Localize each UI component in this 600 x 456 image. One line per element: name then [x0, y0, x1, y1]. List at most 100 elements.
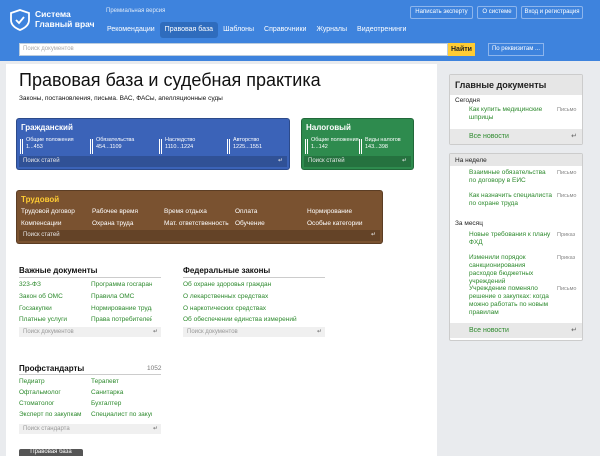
- enter-icon: ↵: [571, 327, 577, 334]
- enter-icon: ↵: [401, 158, 407, 164]
- civil-bar-icon: [90, 139, 93, 154]
- federal-laws-title: Федеральные законы: [183, 266, 271, 275]
- news-item[interactable]: Взаимные обязательства по договору в ЕИС: [469, 169, 554, 185]
- labour-item[interactable]: Время отдыха: [164, 208, 207, 215]
- main-nav: Рекомендации Правовая база Шаблоны Справ…: [102, 22, 411, 38]
- important-link[interactable]: 323-ФЗ: [19, 281, 89, 288]
- prof-link[interactable]: Бухгалтер: [91, 400, 152, 407]
- labour-item[interactable]: Мат. ответственность: [164, 220, 229, 227]
- civil-cell-authorship[interactable]: Авторство 1225...1551: [227, 137, 262, 154]
- labour-item[interactable]: Рабочее время: [92, 208, 138, 215]
- tax-cell-general[interactable]: Общие положения 1...142: [305, 137, 359, 154]
- tax-code-card[interactable]: Налоговый Общие положения 1...142 Виды н…: [301, 118, 414, 170]
- main-documents-panel: Главные документы Сегодня Как купить мед…: [449, 74, 583, 145]
- prof-link[interactable]: Специалист по закупкам: [91, 411, 152, 418]
- federal-link[interactable]: О наркотических средствах: [183, 305, 325, 312]
- tax-search-input[interactable]: Поиск статей ↵: [304, 156, 411, 167]
- civil-bar-icon: [20, 139, 23, 154]
- important-docs-title: Важные документы: [19, 266, 98, 275]
- civil-search-placeholder: Поиск статей: [23, 158, 60, 164]
- all-news-link[interactable]: Все новости ↵: [450, 323, 582, 338]
- important-link[interactable]: Госзакупки: [19, 305, 89, 312]
- tax-title[interactable]: Налоговый: [306, 123, 351, 132]
- all-news-link[interactable]: Все новости ↵: [450, 129, 582, 144]
- nav-video-trainings[interactable]: Видеотренинги: [352, 22, 411, 38]
- divider: [183, 277, 325, 278]
- premium-label[interactable]: Премиальная версия: [106, 8, 165, 14]
- enter-icon: ↵: [316, 329, 322, 335]
- prof-link[interactable]: Педиатр: [19, 378, 89, 385]
- tax-bar-icon: [359, 139, 362, 154]
- prof-search-input[interactable]: Поиск стандарта ↵: [19, 424, 161, 434]
- labour-item[interactable]: Трудовой договор: [21, 208, 75, 215]
- enter-icon: ↵: [370, 232, 376, 238]
- important-link[interactable]: Закон об ОМС: [19, 293, 89, 300]
- news-item[interactable]: Учреждение поменяло решение о закупках: …: [469, 285, 554, 317]
- nav-legal-base[interactable]: Правовая база: [159, 22, 219, 38]
- enter-icon: ↵: [571, 133, 577, 140]
- doc-type-label: Письмо: [557, 170, 577, 176]
- important-link[interactable]: Права потребителей: [91, 316, 152, 323]
- labour-item[interactable]: Охрана труда: [92, 220, 133, 227]
- prof-link[interactable]: Стоматолог: [19, 400, 89, 407]
- civil-cell-general[interactable]: Общие положения 1...453: [20, 137, 74, 154]
- labour-code-card[interactable]: Трудовой Трудовой договор Рабочее время …: [16, 190, 383, 244]
- federal-link[interactable]: О лекарственных средствах: [183, 293, 325, 300]
- civil-cell-obligations[interactable]: Обязательства 454...1109: [90, 137, 134, 154]
- news-item[interactable]: Как купить медицинские шприцы: [469, 106, 554, 122]
- all-news-label: Все новости: [469, 133, 509, 140]
- federal-search-placeholder: Поиск документов: [187, 329, 238, 335]
- civil-cell-range: 1110...1224: [165, 144, 194, 150]
- prof-link[interactable]: Офтальмолог: [19, 389, 89, 396]
- doc-type-label: Приказ: [557, 232, 576, 238]
- civil-cell-inheritance[interactable]: Наследство 1110...1224: [159, 137, 195, 154]
- all-news-label: Все новости: [469, 327, 509, 334]
- write-expert-button[interactable]: Написать эксперту: [410, 6, 473, 19]
- nav-recommendations[interactable]: Рекомендации: [102, 22, 160, 38]
- civil-cell-range: 1...453: [26, 144, 43, 150]
- news-item[interactable]: Как назначить специалиста по охране труд…: [469, 192, 554, 208]
- tax-cell-types[interactable]: Виды налогов 143...398: [359, 137, 401, 154]
- nav-templates[interactable]: Шаблоны: [218, 22, 259, 38]
- labour-item[interactable]: Нормирование: [307, 208, 352, 215]
- doc-type-label: Письмо: [557, 286, 577, 292]
- labour-item[interactable]: Оплата: [235, 208, 257, 215]
- week-label: На неделе: [455, 157, 487, 164]
- federal-search-input[interactable]: Поиск документов ↵: [183, 327, 325, 337]
- civil-cell-label: Авторство: [233, 137, 260, 143]
- important-link[interactable]: Нормирование труда: [91, 305, 152, 312]
- civil-code-card[interactable]: Гражданский Общие положения 1...453 Обяз…: [16, 118, 290, 170]
- shield-logo-icon[interactable]: [9, 9, 31, 31]
- about-button[interactable]: О системе: [477, 6, 517, 19]
- labour-title[interactable]: Трудовой: [21, 195, 59, 204]
- news-item[interactable]: Новые требования к плану ФХД: [469, 231, 554, 247]
- labour-item[interactable]: Обучение: [235, 220, 265, 227]
- prof-link[interactable]: Санитарка: [91, 389, 152, 396]
- prof-link[interactable]: Терапевт: [91, 378, 152, 385]
- labour-item[interactable]: Компенсации: [21, 220, 61, 227]
- tax-search-placeholder: Поиск статей: [308, 158, 345, 164]
- civil-search-input[interactable]: Поиск статей ↵: [19, 156, 287, 167]
- page-subtitle: Законы, постановления, письма. ВАС, ФАСы…: [19, 95, 223, 102]
- labour-item[interactable]: Особые категории: [307, 220, 363, 227]
- federal-link[interactable]: Об обеспечении единства измерений: [183, 316, 325, 323]
- legal-base-button[interactable]: Правовая база: [19, 449, 83, 456]
- search-button[interactable]: Найти: [448, 43, 475, 56]
- important-link[interactable]: Платные услуги: [19, 316, 89, 323]
- search-by-details-button[interactable]: По реквизитам ...: [488, 43, 544, 56]
- top-bar: Система Главный врач Премиальная версия …: [0, 0, 600, 41]
- federal-link[interactable]: Об охране здоровья граждан: [183, 281, 325, 288]
- labour-search-input[interactable]: Поиск статей ↵: [19, 230, 380, 241]
- important-search-input[interactable]: Поиск документов ↵: [19, 327, 161, 337]
- prof-link[interactable]: Эксперт по закупкам: [19, 411, 89, 418]
- important-link[interactable]: Программа госгарант: [91, 281, 152, 288]
- search-input[interactable]: Поиск документов: [19, 43, 448, 56]
- nav-journals[interactable]: Журналы: [311, 22, 352, 38]
- news-item[interactable]: Изменили порядок санкционирования расход…: [469, 254, 554, 286]
- nav-references[interactable]: Справочники: [259, 22, 311, 38]
- important-search-placeholder: Поиск документов: [23, 329, 74, 335]
- civil-title[interactable]: Гражданский: [21, 123, 73, 132]
- civil-bar-icon: [159, 139, 162, 154]
- login-button[interactable]: Вход и регистрация: [521, 6, 583, 19]
- important-link[interactable]: Правила ОМС: [91, 293, 152, 300]
